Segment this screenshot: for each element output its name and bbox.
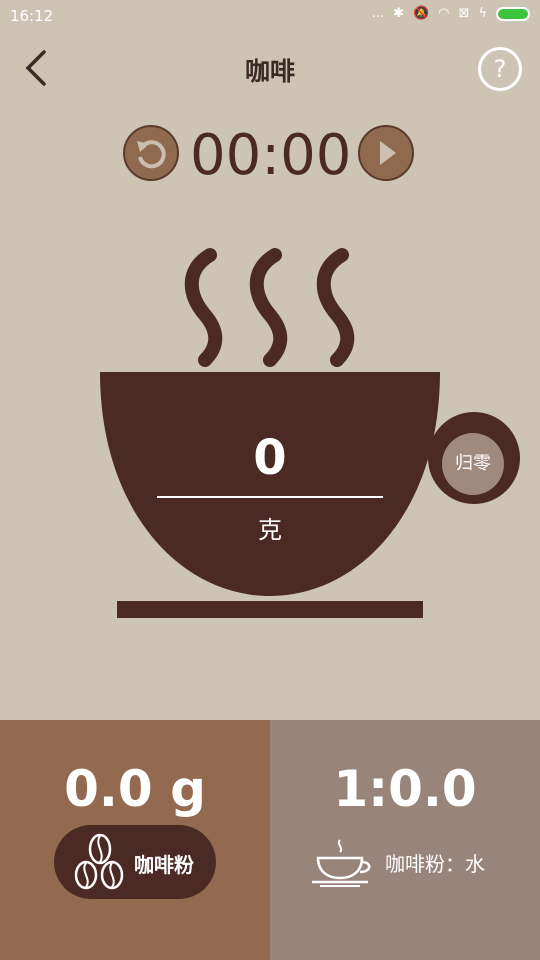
timer-controls: 00:00 (0, 123, 540, 189)
play-timer-button[interactable] (358, 125, 414, 181)
coffee-amount-value: 0.0 g (64, 760, 206, 818)
reset-icon (137, 140, 166, 169)
ratio-label: 咖啡粉：水 (385, 852, 485, 876)
wifi-icon: ◠ (438, 6, 450, 21)
coffee-powder-label: 咖啡粉 (134, 853, 194, 877)
weight-divider (157, 496, 383, 498)
steam-2 (249, 248, 288, 367)
weight-unit: 克 (258, 516, 282, 544)
saucer (117, 601, 423, 618)
ratio-value: 1:0.0 (333, 760, 477, 818)
charging-icon: ϟ (478, 6, 487, 21)
sim-icon: ⊠ (458, 6, 470, 21)
status-icons: ... ✱ 🔕 ◠ ⊠ ϟ (372, 6, 530, 21)
timer-display: 00:00 (190, 123, 352, 188)
app-header: 咖啡 ? (0, 32, 540, 104)
steam-3 (316, 248, 355, 367)
coffee-powder-button[interactable]: 咖啡粉 (54, 825, 216, 899)
play-icon (380, 141, 396, 165)
status-bar: 16:12 ... ✱ 🔕 ◠ ⊠ ϟ (0, 0, 540, 32)
bluetooth-icon: ✱ (393, 6, 404, 21)
coffee-beans-icon (74, 833, 124, 890)
steam-1 (184, 248, 223, 367)
weight-value: 0 (253, 430, 287, 486)
more-dots-icon: ... (371, 6, 385, 21)
ratio-panel[interactable]: 1:0.0 咖啡粉：水 (270, 720, 540, 960)
help-button[interactable]: ? (478, 47, 522, 91)
coffee-amount-panel: 0.0 g 咖啡粉 (0, 720, 270, 960)
ratio-label-row: 咖啡粉：水 (310, 838, 530, 888)
tare-button[interactable]: 归零 (442, 433, 504, 495)
alarm-off-icon: 🔕 (412, 6, 430, 21)
page-title: 咖啡 (244, 57, 295, 86)
battery-icon (496, 6, 530, 21)
reset-timer-button[interactable] (123, 125, 179, 181)
coffee-cup-icon (312, 839, 371, 887)
status-time: 16:12 (10, 7, 54, 25)
